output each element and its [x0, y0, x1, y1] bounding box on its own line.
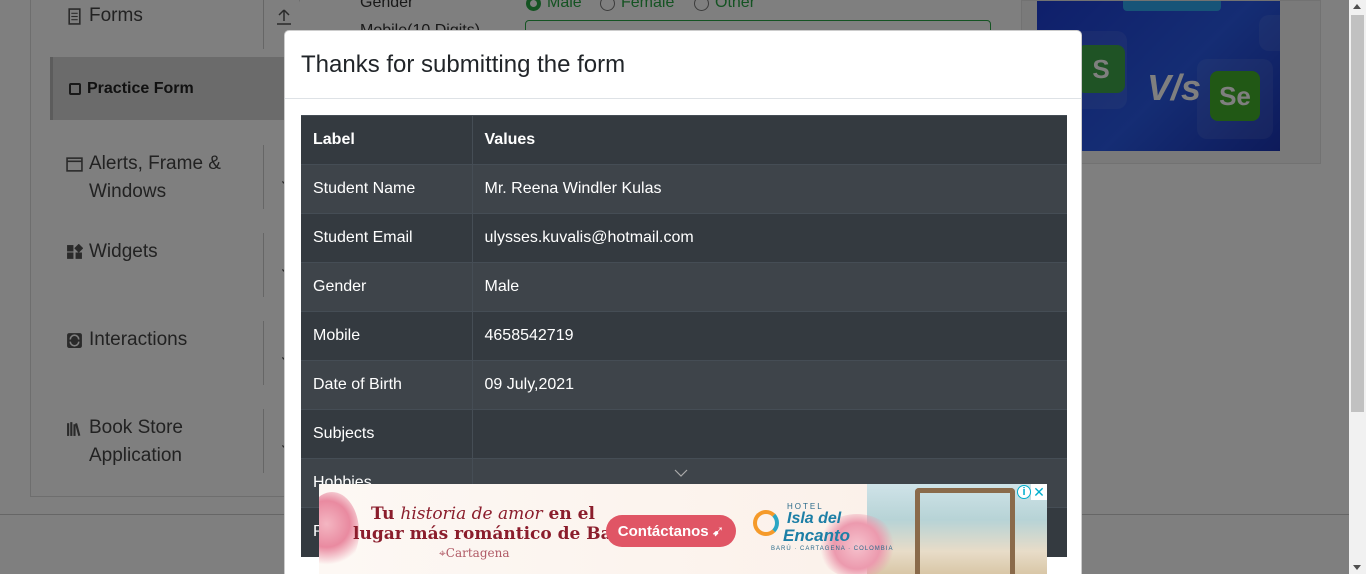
ad-location: ⌖Cartagena: [439, 546, 510, 560]
logo-swirl-icon: [753, 510, 779, 536]
row-value: 09 July,2021: [472, 360, 1067, 410]
row-value: [472, 409, 1067, 459]
column-header-label: Label: [301, 115, 473, 165]
ad-close-icon[interactable]: ✕: [1031, 484, 1047, 500]
table-row: Student Email ulysses.kuvalis@hotmail.com: [301, 213, 1067, 263]
table-row: Gender Male: [301, 262, 1067, 312]
ad-cta-button[interactable]: Contáctanos ➹: [606, 515, 736, 547]
scrollbar-thumb[interactable]: [1351, 15, 1364, 412]
hotel-logo: HOTEL Isla del Encanto BARÚ · CARTAGENA …: [753, 502, 892, 562]
chevron-down-icon[interactable]: [674, 466, 688, 480]
cursor-icon: ➹: [711, 523, 725, 540]
ad-headline-line2: lugar más romántico de Barú: [353, 524, 633, 544]
row-label: Student Name: [301, 164, 473, 214]
scroll-up-icon[interactable]: [1353, 4, 1361, 9]
table-row: Student Name Mr. Reena Windler Kulas: [301, 164, 1067, 214]
ad-info-icon[interactable]: i: [1017, 485, 1031, 499]
row-value: ulysses.kuvalis@hotmail.com: [472, 213, 1067, 263]
modal-title: Thanks for submitting the form: [301, 50, 626, 78]
row-value: Mr. Reena Windler Kulas: [472, 164, 1067, 214]
table-row: Subjects: [301, 409, 1067, 459]
table-header-row: Label Values: [301, 115, 1067, 165]
bottom-ad-banner[interactable]: Tu historia de amor en el lugar más romá…: [319, 484, 1047, 574]
row-label: Student Email: [301, 213, 473, 263]
row-label: Gender: [301, 262, 473, 312]
ad-headline-line1: Tu historia de amor en el: [371, 504, 595, 524]
row-value: Male: [472, 262, 1067, 312]
row-label: Mobile: [301, 311, 473, 361]
row-label: Subjects: [301, 409, 473, 459]
page-scrollbar[interactable]: [1349, 0, 1366, 574]
column-header-values: Values: [472, 115, 1067, 165]
scroll-down-icon[interactable]: [1353, 565, 1361, 570]
wedding-arch: [915, 488, 1015, 574]
modal-header: Thanks for submitting the form: [285, 31, 1081, 99]
table-row: Mobile 4658542719: [301, 311, 1067, 361]
row-value: 4658542719: [472, 311, 1067, 361]
table-row: Date of Birth 09 July,2021: [301, 360, 1067, 410]
location-pin-icon: ⌖: [439, 546, 446, 560]
row-label: Date of Birth: [301, 360, 473, 410]
